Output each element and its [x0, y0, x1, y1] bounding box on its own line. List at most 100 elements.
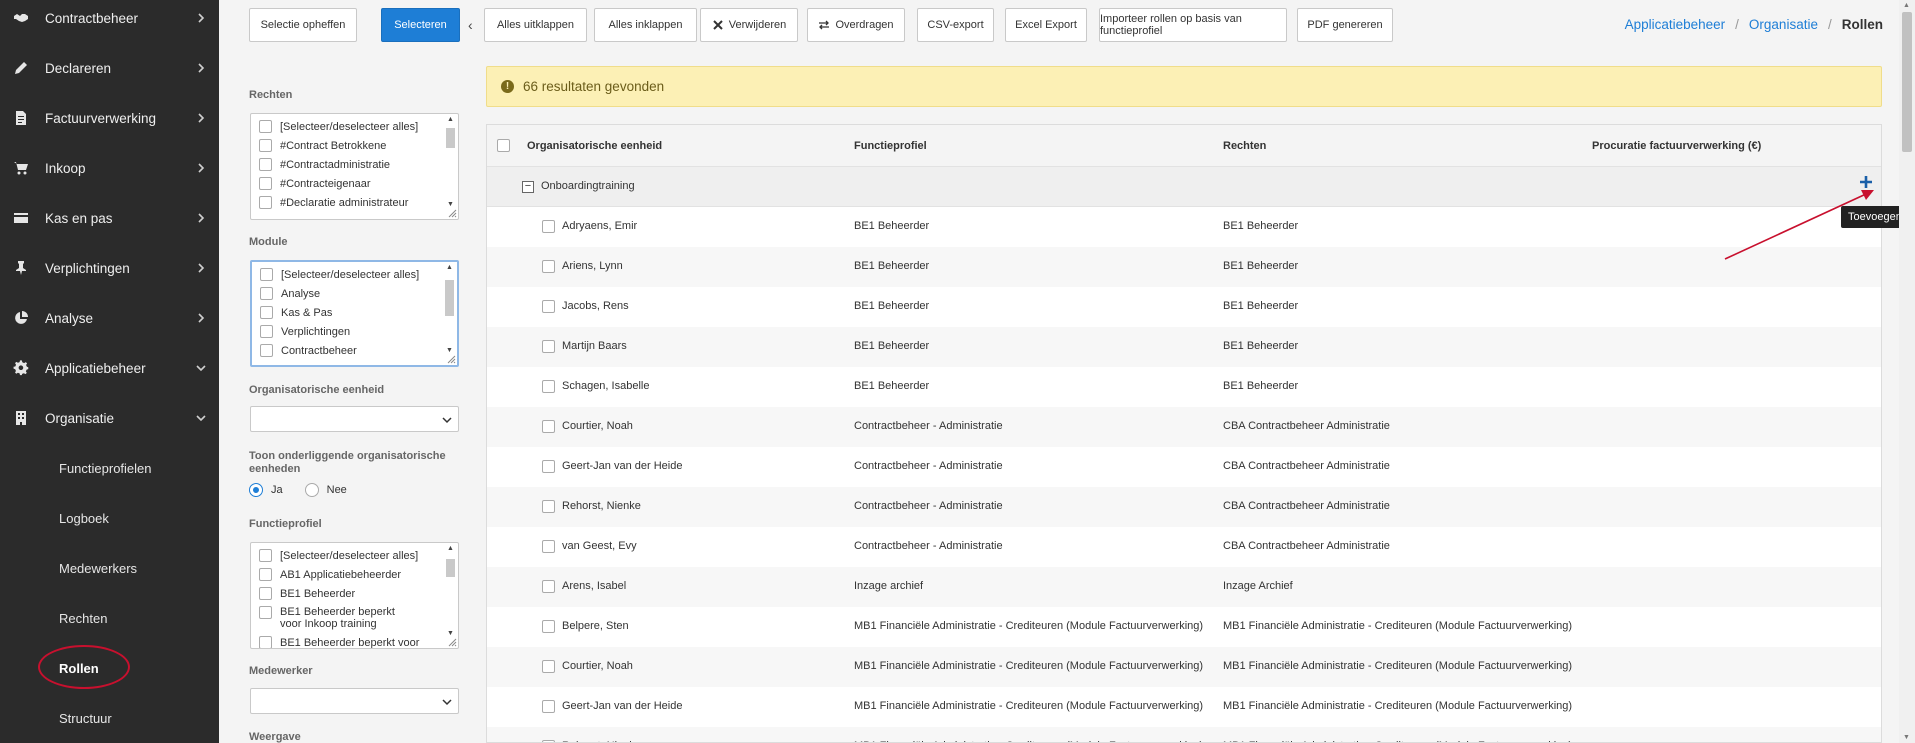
checkbox[interactable]	[260, 344, 273, 357]
listbox-option[interactable]: Kas & Pas	[260, 306, 332, 319]
resize-grip-icon[interactable]	[447, 355, 456, 364]
listbox-option[interactable]: AB1 Applicatiebeheerder	[259, 568, 401, 581]
listbox-option[interactable]: Verplichtingen	[260, 325, 350, 338]
select-button[interactable]: Selecteren	[381, 8, 460, 42]
table-row[interactable]: Adryaens, Emir BE1 Beheerder BE1 Beheerder	[487, 207, 1881, 247]
checkbox[interactable]	[259, 606, 272, 619]
add-icon[interactable]	[1859, 175, 1873, 189]
chevron-left-icon[interactable]: ‹	[468, 17, 473, 33]
listbox-scrollbar[interactable]: ▲ ▼	[445, 545, 456, 646]
table-row[interactable]: Rehorst, NienkeMB1 Financiële Administra…	[487, 727, 1881, 742]
clear-selection-button[interactable]: Selectie opheffen	[249, 8, 357, 42]
functieprofiel-listbox[interactable]: [Selecteer/deselecteer alles] AB1 Applic…	[250, 542, 459, 649]
table-row[interactable]: Rehorst, Nienke Contractbeheer - Administ…	[487, 487, 1881, 527]
sidebar-item-contractbeheer[interactable]: Contractbeheer	[0, 0, 219, 43]
column-header-procuratie[interactable]: Procuratie factuurverwerking (€)	[1592, 140, 1761, 152]
sidebar-subitem-structuur[interactable]: Structuur	[0, 693, 219, 743]
checkbox[interactable]	[259, 636, 272, 648]
listbox-option[interactable]: #Contracteigenaar	[259, 177, 371, 190]
csv-export-button[interactable]: CSV-export	[917, 8, 994, 42]
table-row[interactable]: Geert-Jan van der Heide MB1 Financiële Ad…	[487, 687, 1881, 727]
table-row[interactable]: Courtier, Noah MB1 Financiële Administrat…	[487, 647, 1881, 687]
rechten-listbox[interactable]: [Selecteer/deselecteer alles] #Contract …	[250, 113, 459, 220]
listbox-option[interactable]: BE1 Beheerder beperkt voor	[259, 636, 419, 648]
row-checkbox[interactable]	[542, 620, 555, 633]
checkbox[interactable]	[259, 139, 272, 152]
row-checkbox[interactable]	[542, 460, 555, 473]
select-all-checkbox[interactable]	[497, 139, 510, 152]
checkbox[interactable]	[259, 549, 272, 562]
sidebar-subitem-logboek[interactable]: Logboek	[0, 493, 219, 543]
breadcrumb-applicatiebeheer[interactable]: Applicatiebeheer	[1625, 17, 1726, 32]
radio-nee[interactable]	[304, 483, 319, 497]
sidebar-item-inkoop[interactable]: Inkoop	[0, 143, 219, 193]
listbox-option[interactable]: Analyse	[260, 287, 320, 300]
sidebar-item-applicatiebeheer[interactable]: Applicatiebeheer	[0, 343, 219, 393]
checkbox[interactable]	[259, 177, 272, 190]
listbox-option[interactable]: #Contract Betrokkene	[259, 139, 386, 152]
table-row[interactable]: Belpere, Sten MB1 Financiële Administrati…	[487, 607, 1881, 647]
excel-export-button[interactable]: Excel Export	[1005, 8, 1087, 42]
collapse-toggle-icon[interactable]: −	[522, 181, 534, 193]
checkbox[interactable]	[260, 287, 273, 300]
breadcrumb-organisatie[interactable]: Organisatie	[1749, 17, 1818, 32]
row-checkbox[interactable]	[542, 700, 555, 713]
sidebar-subitem-rechten[interactable]: Rechten	[0, 593, 219, 643]
delete-button[interactable]: Verwijderen	[700, 8, 798, 42]
checkbox[interactable]	[260, 268, 273, 281]
import-roles-button[interactable]: Importeer rollen op basis van functiepro…	[1099, 8, 1287, 42]
listbox-option[interactable]: #Declaratie administrateur	[259, 196, 408, 209]
collapse-all-button[interactable]: Alles inklappen	[594, 8, 697, 42]
page-scrollbar[interactable]: ▲ ▼	[1899, 0, 1915, 743]
medewerker-select[interactable]	[250, 688, 459, 714]
resize-grip-icon[interactable]	[448, 209, 457, 218]
resize-grip-icon[interactable]	[448, 638, 457, 647]
listbox-option[interactable]: [Selecteer/deselecteer alles]	[259, 120, 418, 133]
checkbox[interactable]	[259, 196, 272, 209]
row-checkbox[interactable]	[542, 340, 555, 353]
sidebar-item-factuurverwerking[interactable]: Factuurverwerking	[0, 93, 219, 143]
sidebar-subitem-medewerkers[interactable]: Medewerkers	[0, 543, 219, 593]
table-row[interactable]: Jacobs, Rens BE1 Beheerder BE1 Beheerder	[487, 287, 1881, 327]
listbox-option[interactable]: BE1 Beheerder beperkt voor Inkoop traini…	[259, 606, 419, 630]
sidebar-item-organisatie[interactable]: Organisatie	[0, 393, 219, 443]
table-row[interactable]: Martijn Baars BE1 Beheerder BE1 Beheerder	[487, 327, 1881, 367]
sidebar-item-analyse[interactable]: Analyse	[0, 293, 219, 343]
generate-pdf-button[interactable]: PDF genereren	[1297, 8, 1393, 42]
listbox-scrollbar[interactable]: ▲ ▼	[445, 116, 456, 217]
sidebar-subitem-functieprofielen[interactable]: Functieprofielen	[0, 443, 219, 493]
row-checkbox[interactable]	[542, 260, 555, 273]
column-header-org-eenheid[interactable]: Organisatorische eenheid	[527, 140, 662, 152]
transfer-button[interactable]: Overdragen	[807, 8, 905, 42]
checkbox[interactable]	[260, 325, 273, 338]
checkbox[interactable]	[259, 158, 272, 171]
listbox-option[interactable]: Contractbeheer	[260, 344, 357, 357]
row-checkbox[interactable]	[542, 220, 555, 233]
column-header-functieprofiel[interactable]: Functieprofiel	[854, 140, 927, 152]
listbox-option[interactable]: #Contractadministratie	[259, 158, 390, 171]
row-checkbox[interactable]	[542, 660, 555, 673]
row-checkbox[interactable]	[542, 420, 555, 433]
table-row[interactable]: Schagen, Isabelle BE1 Beheerder BE1 Beheer…	[487, 367, 1881, 407]
row-checkbox[interactable]	[542, 380, 555, 393]
table-row[interactable]: van Geest, Evy Contractbeheer - Administr…	[487, 527, 1881, 567]
listbox-option[interactable]: [Selecteer/deselecteer alles]	[259, 549, 418, 562]
checkbox[interactable]	[259, 568, 272, 581]
row-checkbox[interactable]	[542, 500, 555, 513]
table-row[interactable]: Geert-Jan van der Heide Contractbeheer - …	[487, 447, 1881, 487]
module-listbox[interactable]: [Selecteer/deselecteer alles] Analyse Ka…	[250, 260, 459, 367]
column-header-rechten[interactable]: Rechten	[1223, 140, 1266, 152]
row-checkbox[interactable]	[542, 540, 555, 553]
row-checkbox[interactable]	[542, 580, 555, 593]
table-row[interactable]: Arens, Isabel Inzage archief Inzage Archie…	[487, 567, 1881, 607]
listbox-scrollbar[interactable]: ▲ ▼	[444, 264, 455, 363]
sidebar-item-declareren[interactable]: Declareren	[0, 43, 219, 93]
expand-all-button[interactable]: Alles uitklappen	[484, 8, 587, 42]
row-checkbox[interactable]	[542, 300, 555, 313]
listbox-option[interactable]: BE1 Beheerder	[259, 587, 355, 600]
table-row[interactable]: Courtier, Noah Contractbeheer - Administr…	[487, 407, 1881, 447]
sidebar-item-verplichtingen[interactable]: Verplichtingen	[0, 243, 219, 293]
table-row[interactable]: Ariens, Lynn BE1 Beheerder BE1 Beheerder	[487, 247, 1881, 287]
radio-ja[interactable]	[249, 483, 263, 497]
sidebar-item-kas-en-pas[interactable]: Kas en pas	[0, 193, 219, 243]
